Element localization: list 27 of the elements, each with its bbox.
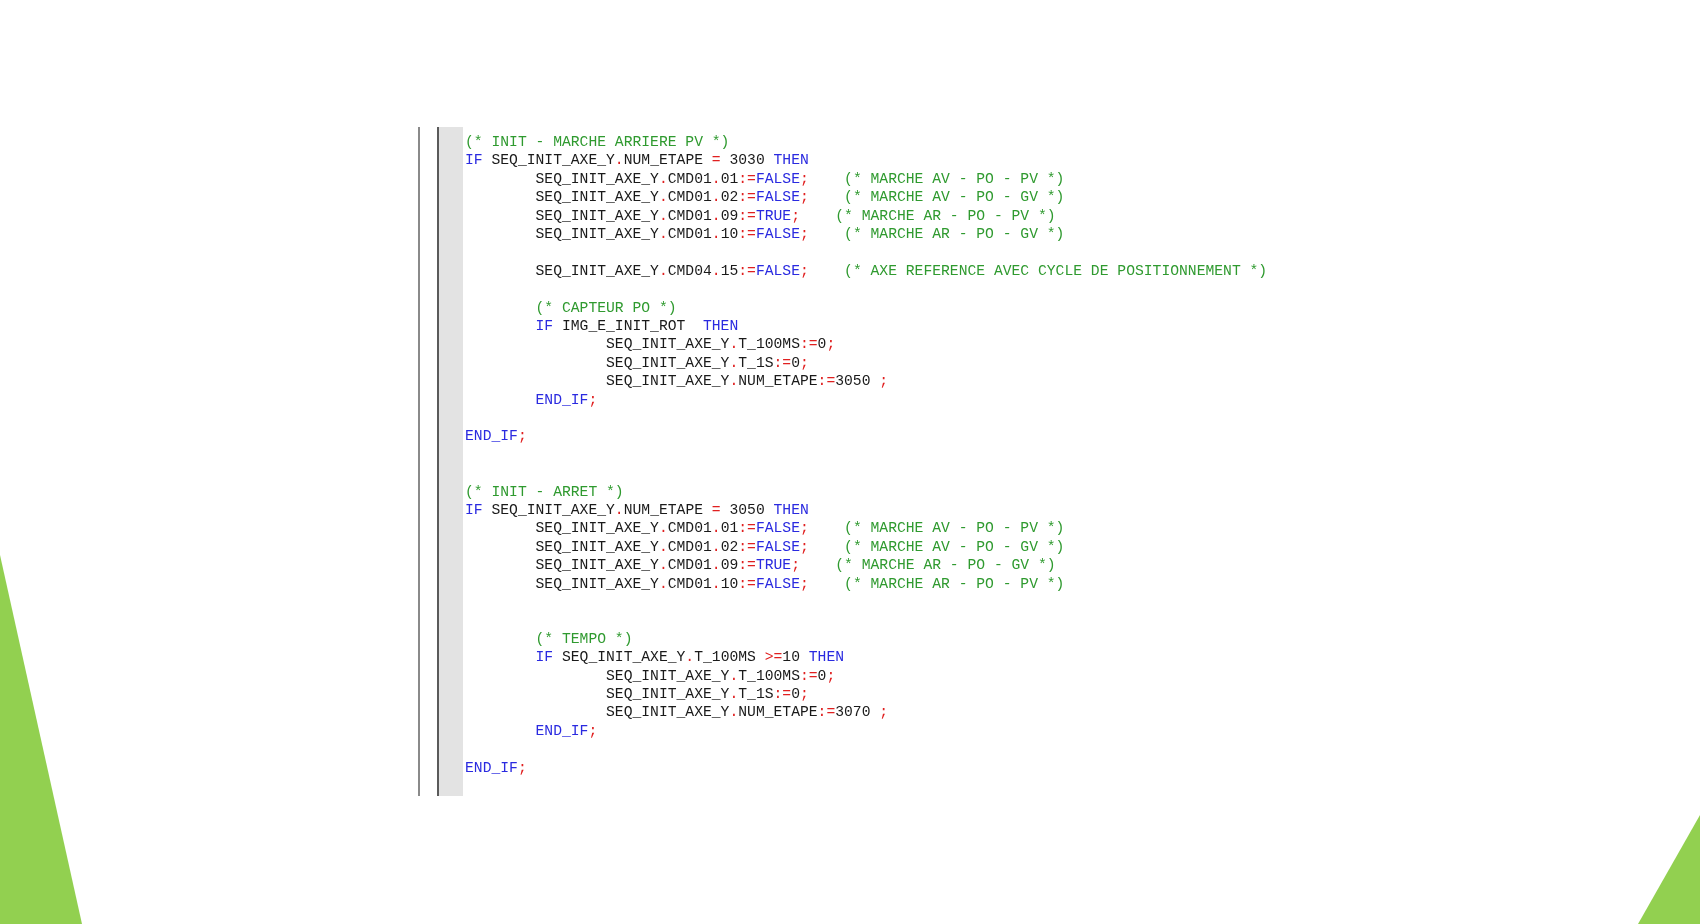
code-line: SEQ_INIT_AXE_Y.CMD01.09:=TRUE; (* MARCHE AR - PO - GV *) [534,556,1056,575]
code-line: SEQ_INIT_AXE_Y.CMD01.02:=FALSE; (* MARCHE AV - PO - GV *) [534,188,1065,207]
code-line: IF IMG_E_INIT_ROT THEN [534,317,739,336]
code-line: SEQ_INIT_AXE_Y.CMD04.15:=FALSE; (* AXE REFERENCE AVEC CYCLE DE POSITIONNEMENT *) [534,261,1268,281]
code-line: IF SEQ_INIT_AXE_Y.T_100MS >=10 THEN [534,648,845,667]
code-line: SEQ_INIT_AXE_Y.CMD01.09:=TRUE; (* MARCHE AR - PO - PV *) [534,206,1056,226]
code-line: SEQ_INIT_AXE_Y.T_100MS:=0; [605,666,836,686]
code-line: (* TEMPO *) [534,629,633,649]
code-line: SEQ_INIT_AXE_Y.CMD01.01:=FALSE; (* MARCHE AV - PO - PV *) [534,519,1065,538]
code-line: END_IF; [534,721,598,741]
code-line: END_IF; [534,390,598,410]
code-line: SEQ_INIT_AXE_Y.NUM_ETAPE:=3070 ; [605,703,889,722]
code-line: (* INIT - ARRET *) [465,482,624,502]
code-line: SEQ_INIT_AXE_Y.NUM_ETAPE:=3050 ; [605,372,889,391]
code-line: SEQ_INIT_AXE_Y.CMD01.02:=FALSE; (* MARCHE AV - PO - GV *) [534,537,1065,557]
code-line: SEQ_INIT_AXE_Y.T_100MS:=0; [605,335,836,354]
code-line: SEQ_INIT_AXE_Y.CMD01.10:=FALSE; (* MARCHE AR - PO - PV *) [534,574,1065,594]
code-line: IF SEQ_INIT_AXE_Y.NUM_ETAPE = 3050 THEN [465,501,809,520]
code-line: SEQ_INIT_AXE_Y.CMD01.10:=FALSE; (* MARCHE AR - PO - GV *) [534,225,1065,244]
code-line: (* INIT - MARCHE ARRIERE PV *) [465,133,730,152]
code-line: SEQ_INIT_AXE_Y.T_1S:=0; [605,353,809,373]
code-line: (* CAPTEUR PO *) [534,298,677,318]
code-line: END_IF; [465,427,527,446]
code-line: SEQ_INIT_AXE_Y.T_1S:=0; [605,685,809,704]
code-line: END_IF; [465,758,527,778]
code-line: IF SEQ_INIT_AXE_Y.NUM_ETAPE = 3030 THEN [465,151,809,170]
code-line: SEQ_INIT_AXE_Y.CMD01.01:=FALSE; (* MARCHE AV - PO - PV *) [534,169,1065,189]
